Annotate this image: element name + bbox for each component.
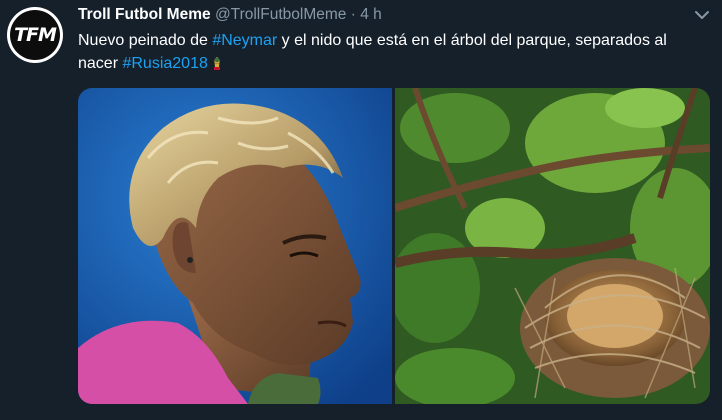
photo-player[interactable] bbox=[78, 88, 392, 404]
media-grid bbox=[78, 88, 710, 404]
hashtag-link[interactable]: #Neymar bbox=[212, 32, 277, 49]
tweet-text: Nuevo peinado de #Neymar y el nido que e… bbox=[78, 29, 708, 75]
hashtag-link[interactable]: #Rusia2018 bbox=[122, 55, 207, 72]
tweet-header: Troll Futbol Meme @TrollFutbolMeme · 4 h bbox=[78, 4, 382, 26]
photo-bird-nest[interactable] bbox=[395, 88, 710, 404]
avatar[interactable]: TFM bbox=[7, 7, 63, 63]
user-handle[interactable]: @TrollFutbolMeme bbox=[215, 6, 346, 23]
timestamp[interactable]: 4 h bbox=[360, 6, 382, 23]
avatar-logo: TFM bbox=[10, 10, 60, 60]
display-name[interactable]: Troll Futbol Meme bbox=[78, 6, 211, 23]
world-cup-trophy-icon bbox=[213, 57, 220, 70]
tweet-text-part: Nuevo peinado de bbox=[78, 32, 213, 49]
chevron-down-icon[interactable] bbox=[694, 8, 710, 22]
separator-dot: · bbox=[350, 6, 356, 23]
